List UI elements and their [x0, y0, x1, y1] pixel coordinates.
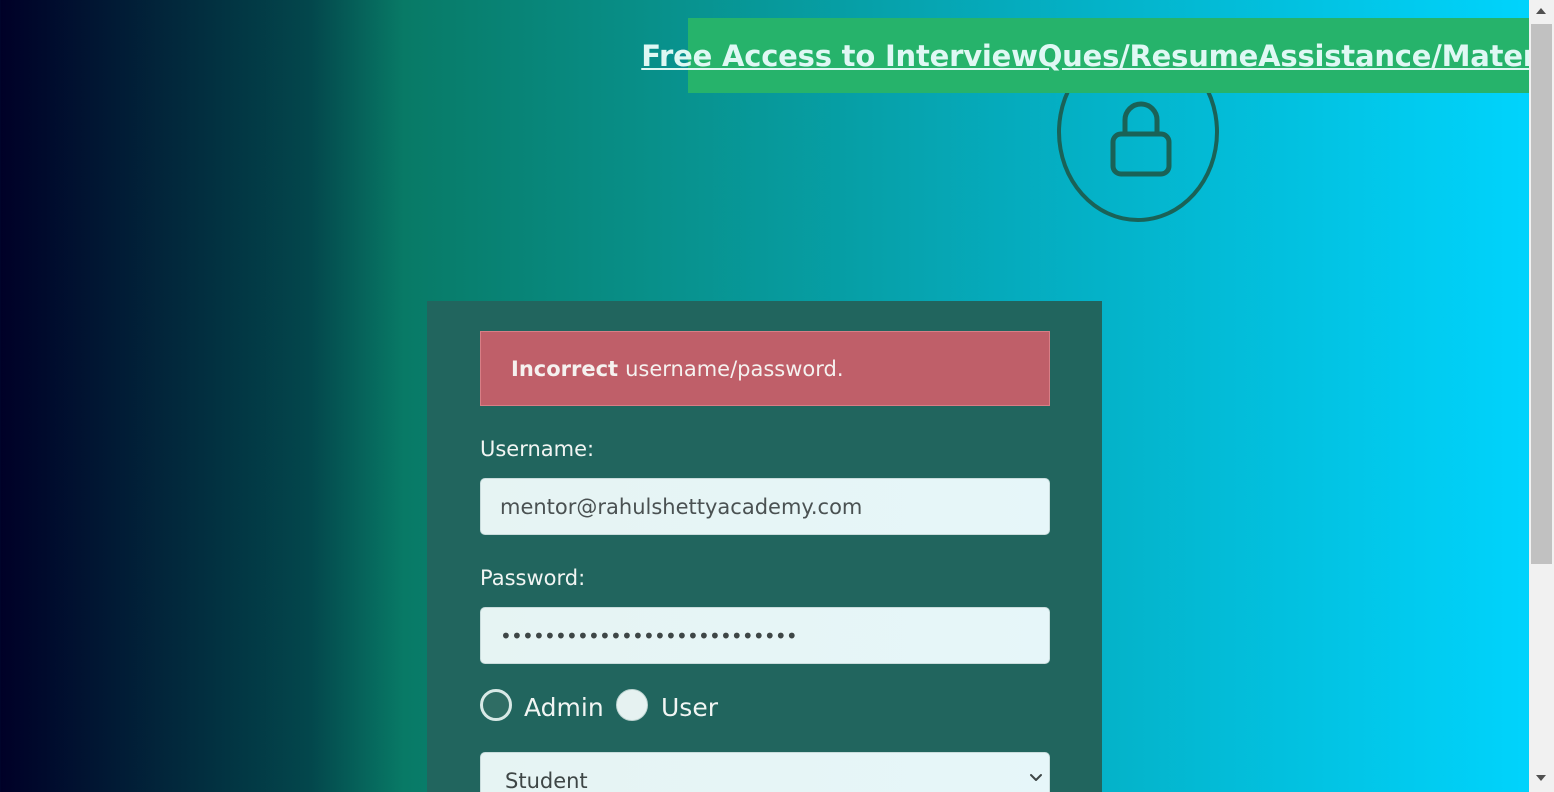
password-label: Password: [480, 566, 586, 590]
admin-radio[interactable] [480, 689, 512, 721]
free-access-banner: Free Access to InterviewQues/ResumeAssis… [641, 18, 1554, 93]
scroll-down-arrow-icon[interactable] [1536, 775, 1546, 781]
lock-icon [1110, 101, 1172, 177]
error-alert-message: username/password. [625, 356, 844, 381]
error-alert-strong: Incorrect [511, 356, 619, 381]
page-scrollbar[interactable] [1529, 0, 1554, 792]
admin-radio-label: Admin [524, 693, 604, 722]
free-access-link[interactable]: Free Access to InterviewQues/ResumeAssis… [641, 39, 1554, 73]
username-value: mentor@rahulshettyacademy.com [500, 494, 863, 519]
user-type-select[interactable]: Student [480, 752, 1050, 792]
scroll-thumb[interactable] [1531, 24, 1552, 564]
password-masked-value: ••••••••••••••••••••••••••• [500, 623, 798, 648]
user-radio[interactable] [616, 689, 648, 721]
chevron-down-icon [1030, 774, 1042, 781]
login-form-panel: Incorrect username/password. Username: m… [427, 301, 1102, 792]
scroll-up-arrow-icon[interactable] [1536, 8, 1546, 14]
username-input[interactable]: mentor@rahulshettyacademy.com [480, 478, 1050, 535]
error-alert: Incorrect username/password. [480, 331, 1050, 406]
user-type-selected: Student [505, 769, 588, 792]
user-radio-label: User [661, 693, 718, 722]
password-input[interactable]: ••••••••••••••••••••••••••• [480, 607, 1050, 664]
username-label: Username: [480, 437, 595, 461]
